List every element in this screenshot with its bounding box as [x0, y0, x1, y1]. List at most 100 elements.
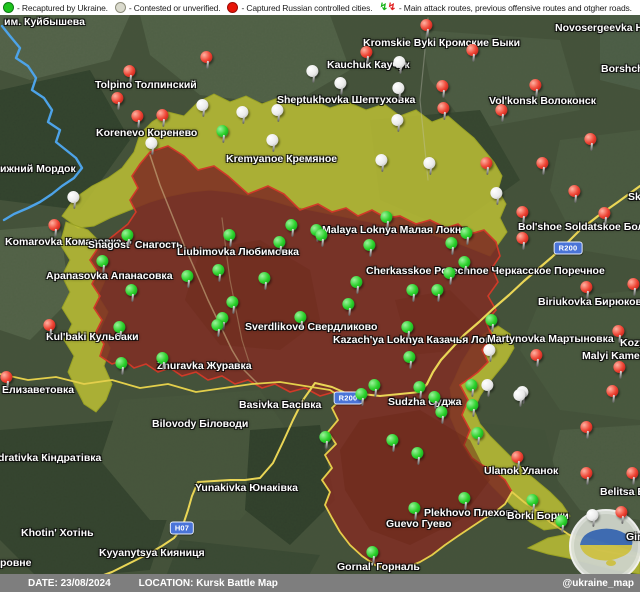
pin-stem	[491, 324, 494, 332]
pin-stem	[300, 321, 303, 329]
road-badge-H07: H07	[170, 522, 194, 535]
pin-stem	[414, 512, 417, 520]
red-dot-icon	[227, 2, 238, 13]
pin-stem	[586, 431, 589, 439]
pin-stem	[409, 361, 412, 369]
pin-stem	[451, 247, 454, 255]
pin-stem	[407, 331, 410, 339]
pin-stem	[131, 294, 134, 302]
pin-stem	[217, 329, 220, 337]
legend-item-2: - Captured Russian controlled cities.	[227, 2, 372, 13]
pin-stem	[372, 556, 375, 564]
legend-item-1: - Contested or unverified.	[115, 2, 221, 13]
pin-stem	[117, 102, 120, 110]
pin-stem	[477, 437, 480, 445]
pin-stem	[264, 282, 267, 290]
pin-stem	[633, 288, 636, 296]
pin-stem	[277, 114, 280, 122]
pin-stem	[522, 242, 525, 250]
pin-stem	[449, 277, 452, 285]
pin-stem	[119, 331, 122, 339]
pin-stem	[361, 398, 364, 406]
pin-stem	[487, 389, 490, 397]
pin-stem	[121, 367, 124, 375]
legend-item-label: - Contested or unverified.	[129, 3, 221, 13]
ukraine-map-logo	[570, 510, 640, 582]
status-bar: DATE: 23/08/2024 LOCATION: Kursk Battle …	[0, 574, 640, 592]
pin-stem	[535, 89, 538, 97]
pin-stem	[102, 265, 105, 273]
pin-stem	[437, 294, 440, 302]
pin-stem	[229, 239, 232, 247]
location-label: LOCATION: Kursk Battle Map	[139, 578, 278, 589]
gray-dot-icon	[115, 2, 126, 13]
map-canvas[interactable]: им. Куйбышеваижний МордокTolpino Толпинс…	[0, 0, 640, 592]
pin-stem	[574, 195, 577, 203]
pin-stem	[321, 239, 324, 247]
pin-stem	[619, 371, 622, 379]
pin-stem	[532, 504, 535, 512]
pin-stem	[522, 216, 525, 224]
pin-stem	[206, 61, 209, 69]
pin-stem	[325, 441, 328, 449]
map-pin-red[interactable]	[626, 466, 640, 488]
pin-stem	[426, 29, 429, 37]
pin-stem	[441, 416, 444, 424]
pin-stem	[604, 217, 607, 225]
pin-stem	[429, 167, 432, 175]
pin-stem	[6, 381, 9, 389]
pin-stem	[517, 461, 520, 469]
pin-stem	[162, 119, 165, 127]
pin-stem	[73, 201, 76, 209]
pin-stem	[129, 75, 132, 83]
kursk-battle-map-screenshot: им. Куйбышеваижний МордокTolpino Толпинс…	[0, 0, 640, 592]
pin-stem	[501, 114, 504, 122]
pin-stem	[291, 229, 294, 237]
pin-stem	[54, 229, 57, 237]
pin-stem	[279, 246, 282, 254]
pin-stem	[632, 477, 635, 485]
pin-stem	[590, 143, 593, 151]
pin-stem	[621, 516, 624, 524]
pin-stem	[398, 92, 401, 100]
pin-stem	[612, 395, 615, 403]
pin-stem	[340, 87, 343, 95]
pin-stem	[49, 329, 52, 337]
pin-stem	[369, 249, 372, 257]
legend-bar: - Recaptured by Ukraine. - Contested or u…	[0, 0, 640, 15]
legend-item-label: - Captured Russian controlled cities.	[241, 3, 372, 13]
pin-stem	[242, 116, 245, 124]
road-badge-R200: R200	[554, 242, 583, 255]
pin-stem	[419, 391, 422, 399]
pin-stem	[442, 90, 445, 98]
legend-item-label: - Main attack routes, previous offensive…	[399, 3, 632, 13]
legend-item-label: - Recaptured by Ukraine.	[17, 3, 108, 13]
pin-stem	[519, 399, 522, 407]
pin-stem	[496, 197, 499, 205]
pin-stem	[348, 308, 351, 316]
pin-stem	[312, 75, 315, 83]
pin-stem	[151, 147, 154, 155]
pin-stem	[592, 519, 595, 527]
pin-stem	[127, 239, 130, 247]
pin-stem	[561, 525, 564, 533]
pin-stem	[542, 167, 545, 175]
pin-stem	[374, 389, 377, 397]
pin-stem	[232, 306, 235, 314]
pin-stem	[586, 291, 589, 299]
pin-stem	[412, 294, 415, 302]
pin-stem	[536, 359, 539, 367]
pin-stem	[443, 112, 446, 120]
pin-stem	[386, 221, 389, 229]
map-pin-red[interactable]	[627, 277, 640, 299]
pin-stem	[187, 280, 190, 288]
pin-stem	[399, 66, 402, 74]
pin-stem	[618, 335, 621, 343]
pin-stem	[397, 124, 400, 132]
pin-stem	[392, 444, 395, 452]
pin-stem	[486, 167, 489, 175]
attack-route-icon: ↯	[379, 3, 387, 12]
pin-stem	[137, 120, 140, 128]
pin-stem	[586, 477, 589, 485]
legend-item-3: ↯↯- Main attack routes, previous offensi…	[379, 3, 631, 13]
